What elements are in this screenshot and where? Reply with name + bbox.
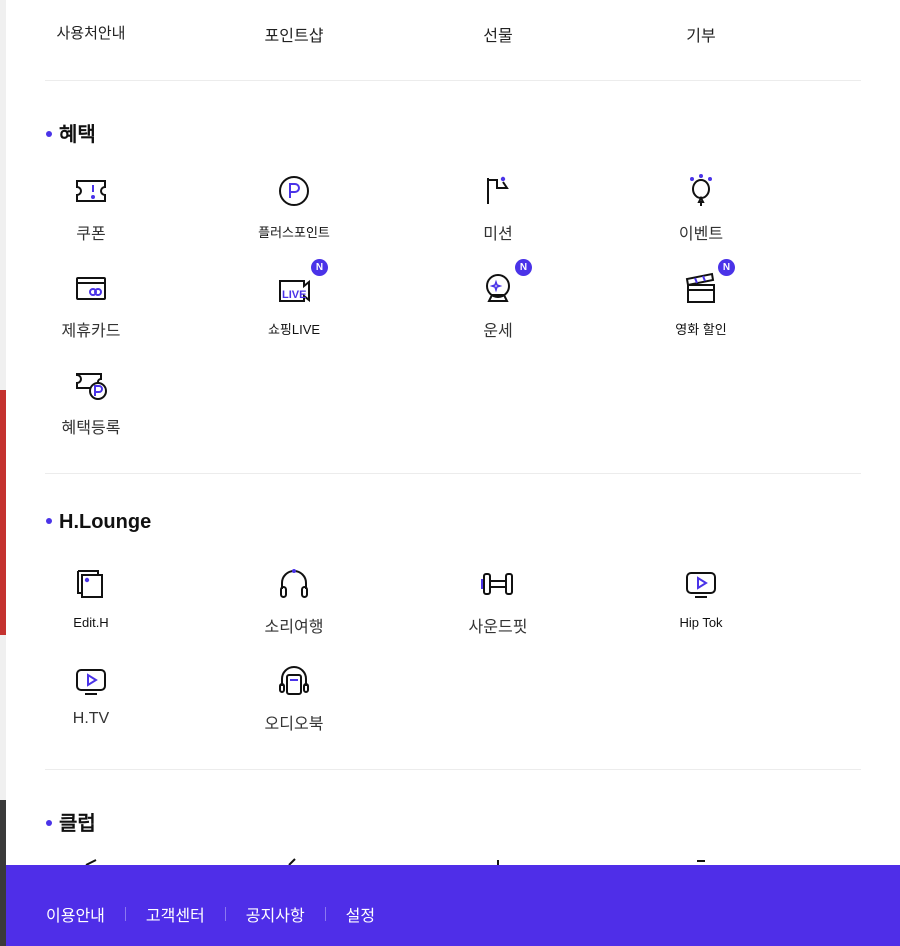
crystal-ball-icon xyxy=(481,271,515,305)
bullet-dot xyxy=(46,517,52,524)
live-camera-icon: LIVE xyxy=(277,271,311,305)
bullet-dot xyxy=(46,130,52,137)
tile-label: 쿠폰 xyxy=(76,226,106,243)
top-link-donation[interactable]: 기부 xyxy=(601,22,801,46)
tile-shopping-live[interactable]: LIVE N 쇼핑LIVE xyxy=(194,259,394,357)
new-badge: N xyxy=(515,259,532,276)
tile-edit-h[interactable]: Edit.H xyxy=(6,563,191,653)
top-link-point-shop[interactable]: 포인트샵 xyxy=(194,22,394,46)
tile-audiobook[interactable]: 오디오북 xyxy=(194,660,394,750)
flag-icon xyxy=(481,174,515,208)
tile-label: 운세 xyxy=(483,323,513,340)
new-badge: N xyxy=(718,259,735,276)
tile-benefit-register[interactable]: 혜택등록 xyxy=(6,364,191,454)
tile-label: 이벤트 xyxy=(678,226,724,243)
section-title-club: 클럽 xyxy=(46,807,96,836)
tile-label: 쇼핑LIVE xyxy=(267,322,321,337)
divider xyxy=(45,473,861,474)
coupon-icon xyxy=(74,174,108,208)
tile-mission[interactable]: 미션 xyxy=(398,170,598,260)
tile-partner-card[interactable]: 제휴카드 xyxy=(6,267,191,357)
tile-event[interactable]: 이벤트 xyxy=(601,170,801,260)
tile-label: Hip Tok xyxy=(679,615,723,630)
tile-label: 제휴카드 xyxy=(61,323,121,340)
footer-link-usage-guide[interactable]: 이용안내 xyxy=(46,902,105,926)
tile-label: 플러스포인트 xyxy=(258,225,330,240)
dumbbell-icon xyxy=(481,567,515,601)
footer-bar: 이용안내 고객센터 공지사항 설정 xyxy=(6,865,900,946)
tile-label: 오디오북 xyxy=(264,716,324,733)
club-icon-peek xyxy=(288,858,296,865)
footer-link-customer-center[interactable]: 고객센터 xyxy=(146,902,205,926)
tile-label: 소리여행 xyxy=(264,619,324,636)
section-title-text: H.Lounge xyxy=(59,511,152,533)
tile-label: 미션 xyxy=(483,226,513,243)
tile-label: 혜택등록 xyxy=(61,420,121,437)
card-icon xyxy=(74,271,108,305)
tile-plus-point[interactable]: 플러스포인트 xyxy=(194,170,394,260)
club-icon-peek xyxy=(697,860,705,862)
tile-hip-tok[interactable]: Hip Tok xyxy=(601,563,801,653)
tile-fortune[interactable]: N 운세 xyxy=(398,259,598,357)
divider xyxy=(45,80,861,81)
tile-coupon[interactable]: 쿠폰 xyxy=(6,170,191,260)
new-badge: N xyxy=(311,259,328,276)
headphones-icon xyxy=(277,567,311,601)
top-link-usage-places[interactable]: 사용처안내 xyxy=(6,22,191,43)
svg-text:LIVE: LIVE xyxy=(282,289,306,301)
video-play-icon xyxy=(684,567,718,601)
footer-separator xyxy=(124,907,126,921)
club-icon-peek xyxy=(85,859,97,865)
divider xyxy=(45,769,861,770)
tile-label: 영화 할인 xyxy=(675,322,727,337)
audiobook-icon xyxy=(277,664,311,698)
footer-links: 이용안내 고객센터 공지사항 설정 xyxy=(46,902,375,926)
tile-h-tv[interactable]: H.TV xyxy=(6,660,191,750)
bullet-dot xyxy=(46,819,52,826)
footer-link-notices[interactable]: 공지사항 xyxy=(246,902,305,926)
section-title-text: 클럽 xyxy=(59,813,96,835)
balloon-icon xyxy=(684,174,718,208)
tile-label: H.TV xyxy=(72,710,110,727)
top-link-row: 사용처안내 포인트샵 선물 기부 xyxy=(6,0,900,80)
tv-play-icon xyxy=(74,664,108,698)
menu-panel: 사용처안내 포인트샵 선물 기부 혜택 쿠폰 플러스포인트 미션 이벤트 제휴카… xyxy=(6,0,900,946)
tile-label: Edit.H xyxy=(73,615,109,630)
tile-label: 사운드핏 xyxy=(468,619,528,636)
tile-sound-fit[interactable]: 사운드핏 xyxy=(398,563,598,653)
section-title-text: 혜택 xyxy=(59,124,96,146)
footer-link-settings[interactable]: 설정 xyxy=(346,902,375,926)
footer-separator xyxy=(324,907,326,921)
ticket-point-icon xyxy=(74,368,108,402)
section-title-lounge: H.Lounge xyxy=(46,511,151,534)
section-title-benefits: 혜택 xyxy=(46,118,96,147)
plus-point-icon xyxy=(277,174,311,208)
magazine-icon xyxy=(74,567,108,601)
footer-separator xyxy=(224,907,226,921)
club-icon-peek xyxy=(497,860,499,865)
top-link-gift[interactable]: 선물 xyxy=(398,22,598,46)
tile-sound-travel[interactable]: 소리여행 xyxy=(194,563,394,653)
tile-movie-discount[interactable]: N 영화 할인 xyxy=(601,259,801,357)
clapperboard-icon xyxy=(684,271,718,305)
